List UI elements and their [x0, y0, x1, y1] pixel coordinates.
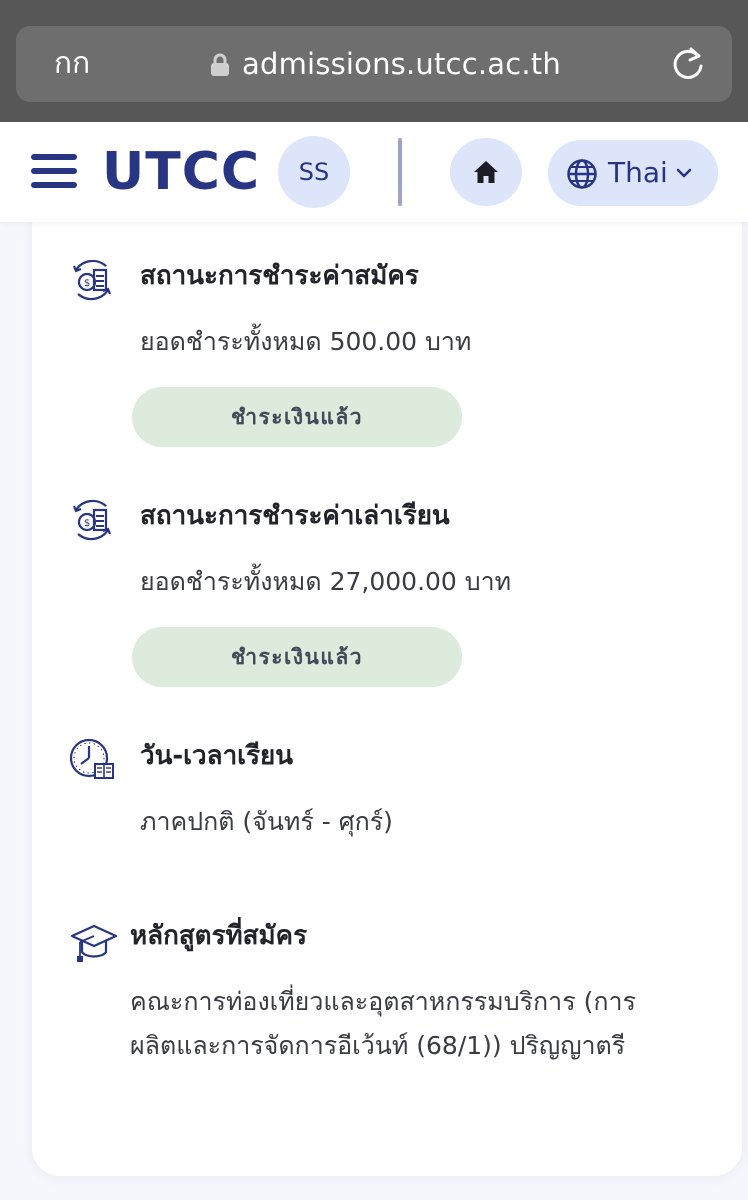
schedule-title: วัน-เวลาเรียน: [140, 741, 294, 771]
tuition-fee-amount: ยอดชำระทั้งหมด 27,000.00 บาท: [140, 567, 512, 596]
payment-icon: $: [72, 259, 112, 301]
chevron-down-icon: [676, 168, 692, 178]
svg-text:$: $: [84, 518, 90, 529]
avatar[interactable]: SS: [278, 136, 350, 208]
utcc-logo[interactable]: UTCC: [102, 140, 260, 204]
svg-text:$: $: [84, 278, 90, 289]
graduation-cap-icon: [70, 924, 118, 962]
app-header: UTCC SS Thai: [0, 122, 748, 222]
menu-icon[interactable]: [31, 152, 77, 190]
course-title: หลักสูตรที่สมัคร: [130, 921, 308, 951]
url-text[interactable]: admissions.utcc.ac.th: [242, 42, 561, 86]
reload-icon[interactable]: [670, 46, 706, 82]
payment-icon: $: [72, 499, 112, 541]
course-name-line1: คณะการท่องเที่ยวและอุตสาหกรรมบริการ (การ: [130, 987, 636, 1016]
home-button[interactable]: [450, 138, 522, 206]
header-divider: [398, 138, 402, 206]
application-status-card: $ สถานะการชำระค่าสมัคร ยอดชำระทั้งหมด 50…: [32, 200, 742, 1176]
home-icon: [474, 161, 498, 183]
language-selector[interactable]: Thai: [548, 140, 718, 206]
schedule-value: ภาคปกติ (จันทร์ - ศุกร์): [140, 807, 393, 836]
lock-icon: [211, 53, 229, 76]
reader-settings-button[interactable]: กก: [42, 44, 102, 84]
tuition-fee-title: สถานะการชำระค่าเล่าเรียน: [140, 501, 450, 531]
browser-bar: กก admissions.utcc.ac.th: [0, 0, 748, 122]
globe-icon: [567, 159, 597, 189]
tuition-fee-status-badge: ชำระเงินแล้ว: [132, 627, 462, 687]
clock-book-icon: [69, 738, 114, 779]
address-bar[interactable]: กก admissions.utcc.ac.th: [16, 26, 732, 102]
application-fee-status-badge: ชำระเงินแล้ว: [132, 387, 462, 447]
application-fee-amount: ยอดชำระทั้งหมด 500.00 บาท: [140, 327, 472, 356]
course-name-line2: ผลิตและการจัดการอีเว้นท์ (68/1)) ปริญญาต…: [130, 1031, 626, 1060]
application-fee-title: สถานะการชำระค่าสมัคร: [140, 261, 419, 291]
language-label: Thai: [608, 156, 668, 189]
